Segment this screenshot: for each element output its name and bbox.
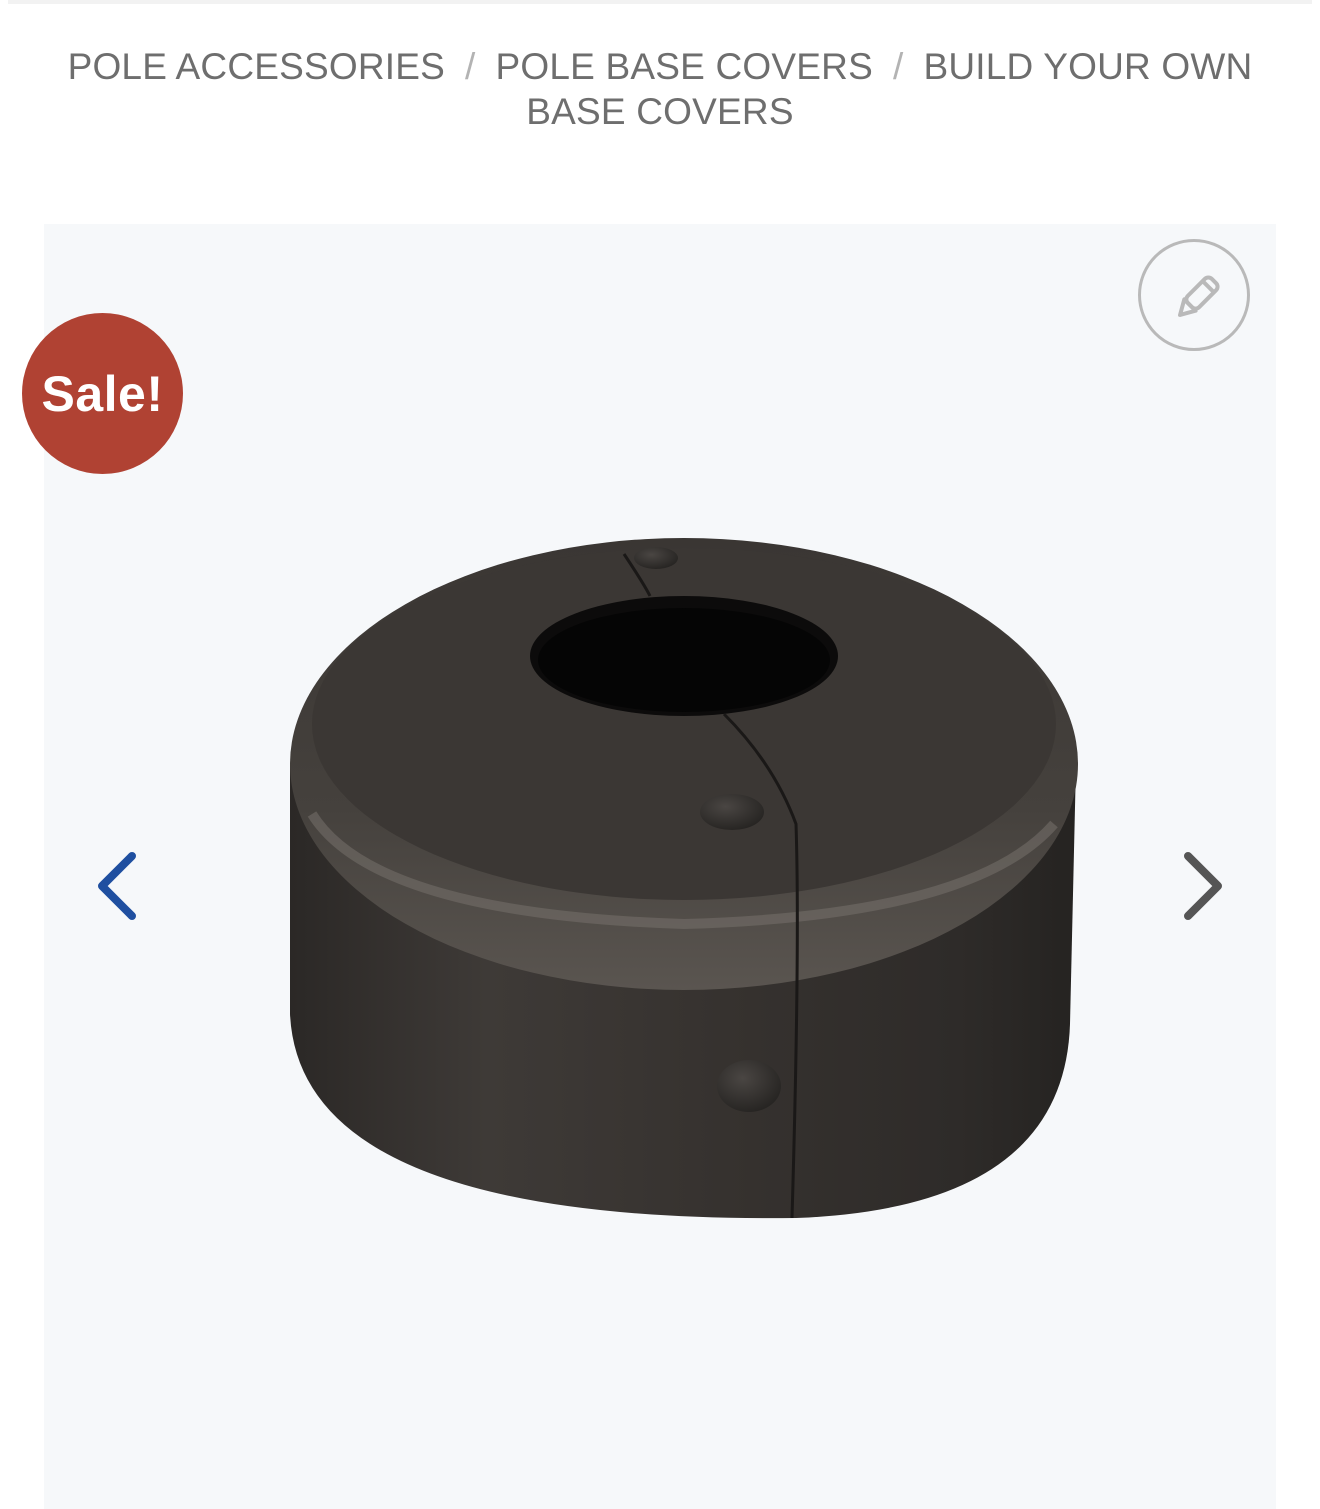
breadcrumb-separator: / (465, 46, 476, 87)
chevron-left-icon (98, 852, 136, 920)
breadcrumb-item-pole-base-covers[interactable]: POLE BASE COVERS (496, 46, 873, 87)
gallery-prev-button[interactable] (84, 846, 154, 926)
pencil-icon (1178, 275, 1220, 317)
breadcrumb-item-pole-accessories[interactable]: POLE ACCESSORIES (68, 46, 445, 87)
product-page: POLE ACCESSORIES / POLE BASE COVERS / BUILD … (0, 0, 1320, 1509)
product-photo[interactable] (44, 224, 1276, 1509)
breadcrumb-separator: / (892, 46, 904, 87)
product-image-gallery (44, 224, 1276, 1509)
top-divider (8, 0, 1312, 4)
gallery-next-button[interactable] (1166, 846, 1236, 926)
edit-button[interactable] (1138, 239, 1250, 351)
breadcrumb: POLE ACCESSORIES / POLE BASE COVERS / BUILD … (30, 44, 1290, 134)
chevron-right-icon (1184, 852, 1222, 920)
sale-badge: Sale! (22, 313, 183, 474)
